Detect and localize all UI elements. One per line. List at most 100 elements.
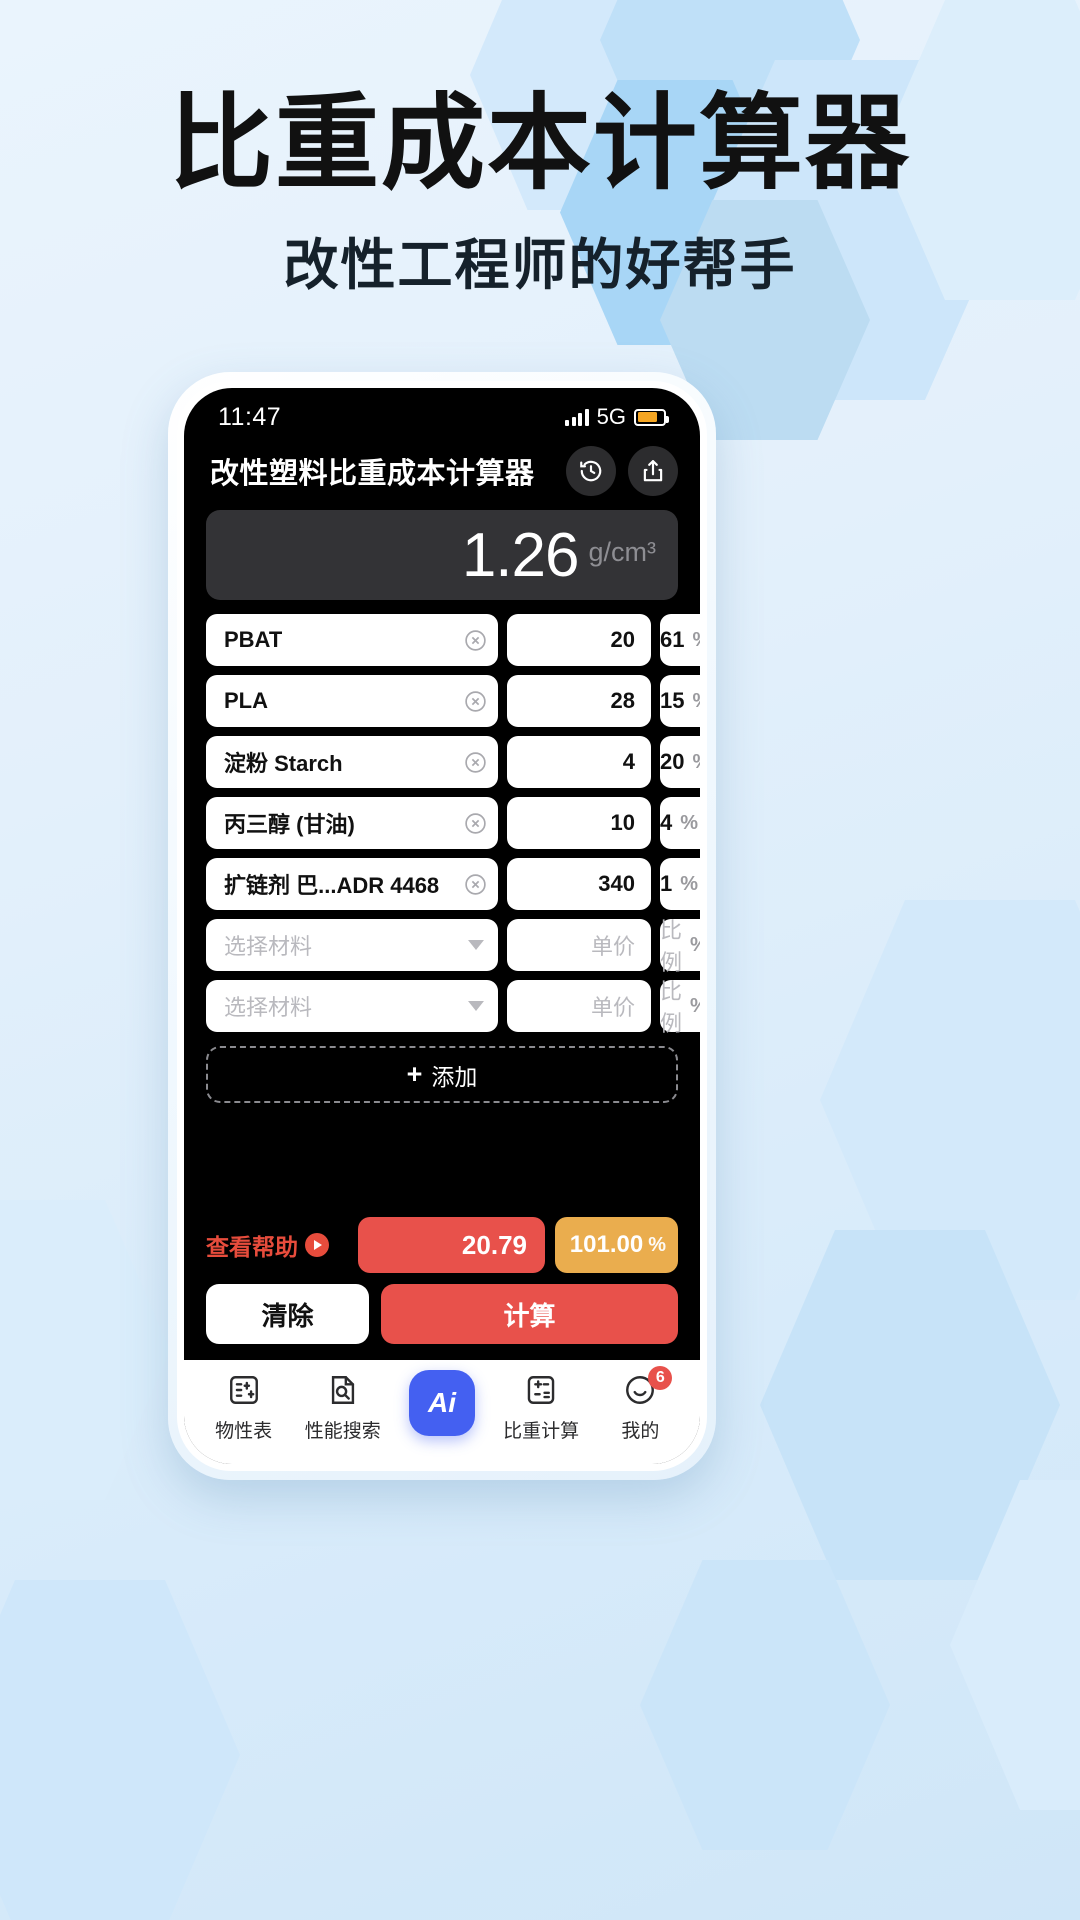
page-subtitle: 改性工程师的好帮手 — [283, 234, 797, 297]
material-percent-input[interactable]: 15 % — [660, 675, 700, 727]
hex-shape — [760, 1230, 1060, 1580]
material-select-dropdown[interactable]: 选择材料 — [206, 919, 498, 971]
density-unit: g/cm³ — [588, 536, 657, 567]
total-ratio-display: 101.00 % — [555, 1217, 678, 1273]
percent-sign: % — [680, 872, 699, 895]
poster-heading-group: 比重成本计算器 改性工程师的好帮手 — [0, 86, 1080, 300]
material-percent-value: 1 — [660, 871, 673, 896]
ai-assistant-icon: Ai — [408, 1370, 475, 1436]
material-price-value: 340 — [598, 871, 635, 896]
play-icon — [305, 1233, 329, 1257]
material-price-input[interactable]: 10 — [507, 797, 651, 849]
share-button[interactable] — [628, 446, 678, 496]
material-percent-input[interactable]: 1 % — [660, 858, 700, 910]
tab-profile[interactable]: 6 我的 — [594, 1366, 686, 1443]
table-row: PBAT 20 61 % — [206, 614, 700, 666]
ratio-percent-sign: % — [648, 1233, 666, 1256]
history-button[interactable] — [566, 446, 616, 496]
density-result-display: 1.26 g/cm³ — [206, 510, 678, 600]
history-clock-icon — [580, 460, 602, 482]
clear-icon[interactable] — [463, 628, 488, 653]
phone-screen: 11:47 5G 改性塑料比重成本计算器 1.26 g/cm³ PBAT 20 … — [184, 388, 700, 1464]
clear-icon[interactable] — [463, 872, 488, 897]
status-bar: 11:47 5G — [184, 388, 700, 440]
app-title: 改性塑料比重成本计算器 — [210, 458, 535, 490]
tab-label: 我的 — [621, 1421, 660, 1442]
material-price-value: 4 — [622, 749, 635, 774]
material-name-input[interactable]: PLA — [206, 675, 498, 727]
tab-label: 物性表 — [215, 1421, 273, 1442]
material-price-input[interactable]: 28 — [507, 675, 651, 727]
material-percent-input[interactable]: 比例 % — [660, 979, 700, 1036]
properties-list-icon — [225, 1371, 263, 1409]
material-name-input[interactable]: 淀粉 Starch — [206, 736, 498, 788]
percent-sign: % — [692, 690, 700, 713]
material-name-value: 淀粉 Starch — [224, 751, 343, 776]
app-header: 改性塑料比重成本计算器 — [184, 440, 700, 506]
help-label: 查看帮助 — [206, 1234, 298, 1260]
material-select-dropdown[interactable]: 选择材料 — [206, 980, 498, 1032]
table-row: 扩链剂 巴...ADR 4468 340 1 % — [206, 858, 700, 910]
status-indicators: 5G — [565, 404, 669, 430]
calculate-button[interactable]: 计算 — [381, 1284, 678, 1344]
table-row: 丙三醇 (甘油) 10 4 % — [206, 797, 700, 849]
total-ratio-value: 101.00 — [569, 1231, 644, 1258]
material-name-value: 丙三醇 (甘油) — [224, 812, 355, 837]
tab-ai-assistant[interactable]: Ai — [396, 1370, 488, 1436]
network-label: 5G — [596, 404, 626, 429]
material-price-value: 20 — [610, 627, 635, 652]
material-percent-input[interactable]: 61 % — [660, 614, 700, 666]
phone-mockup: 11:47 5G 改性塑料比重成本计算器 1.26 g/cm³ PBAT 20 … — [168, 372, 716, 1480]
material-name-placeholder: 选择材料 — [224, 995, 313, 1020]
clear-button-label: 清除 — [261, 1300, 314, 1331]
phone-bezel: 11:47 5G 改性塑料比重成本计算器 1.26 g/cm³ PBAT 20 … — [177, 381, 707, 1471]
add-button-label: 添加 — [431, 1063, 478, 1090]
material-name-placeholder: 选择材料 — [224, 934, 313, 959]
calculate-button-label: 计算 — [503, 1300, 556, 1331]
clear-icon[interactable] — [463, 689, 488, 714]
material-price-placeholder: 单价 — [590, 995, 635, 1020]
tab-density-calculator[interactable]: 比重计算 — [495, 1371, 587, 1443]
material-price-input[interactable]: 单价 — [507, 919, 651, 971]
material-price-input[interactable]: 单价 — [507, 980, 651, 1032]
tab-properties-table[interactable]: 物性表 — [198, 1371, 290, 1443]
material-name-input[interactable]: 丙三醇 (甘油) — [206, 797, 498, 849]
hex-shape — [0, 1200, 170, 1500]
status-time: 11:47 — [218, 402, 282, 431]
material-price-input[interactable]: 340 — [507, 858, 651, 910]
table-row: 选择材料 单价 比例 % — [206, 918, 700, 975]
material-name-input[interactable]: 扩链剂 巴...ADR 4468 — [206, 858, 498, 910]
material-percent-value: 20 — [660, 749, 685, 774]
percent-sign: % — [692, 751, 700, 774]
battery-icon — [634, 408, 669, 426]
header-actions — [566, 446, 678, 496]
material-percent-input[interactable]: 比例 % — [660, 918, 700, 975]
percent-sign: % — [680, 811, 699, 834]
hex-shape — [640, 1560, 890, 1850]
add-material-button[interactable]: + 添加 — [206, 1046, 678, 1103]
clear-icon[interactable] — [463, 750, 488, 775]
view-help-link[interactable]: 查看帮助 — [206, 1228, 348, 1262]
material-rows: PBAT 20 61 % PLA 28 — [184, 614, 700, 1036]
material-percent-value: 61 — [660, 627, 685, 652]
bottom-navigation: 物性表 性能搜索 Ai 比重计算 6 我的 — [184, 1360, 700, 1464]
material-percent-input[interactable]: 20 % — [660, 736, 700, 788]
clear-button[interactable]: 清除 — [206, 1284, 369, 1344]
material-name-input[interactable]: PBAT — [206, 614, 498, 666]
material-percent-placeholder: 比例 — [660, 918, 683, 975]
share-export-icon — [643, 460, 663, 482]
material-price-placeholder: 单价 — [590, 934, 635, 959]
clear-icon[interactable] — [463, 811, 488, 836]
page-title: 比重成本计算器 — [168, 86, 911, 202]
action-buttons: 清除 计算 — [184, 1284, 700, 1360]
material-percent-placeholder: 比例 — [660, 979, 683, 1036]
tab-performance-search[interactable]: 性能搜索 — [297, 1371, 389, 1443]
material-percent-input[interactable]: 4 % — [660, 797, 700, 849]
notification-badge: 6 — [648, 1366, 673, 1390]
chevron-down-icon — [468, 940, 484, 950]
material-price-input[interactable]: 4 — [507, 736, 651, 788]
density-calculator-icon — [522, 1371, 560, 1409]
material-price-input[interactable]: 20 — [507, 614, 651, 666]
hex-shape — [950, 1480, 1080, 1810]
material-name-value: PLA — [224, 688, 268, 713]
